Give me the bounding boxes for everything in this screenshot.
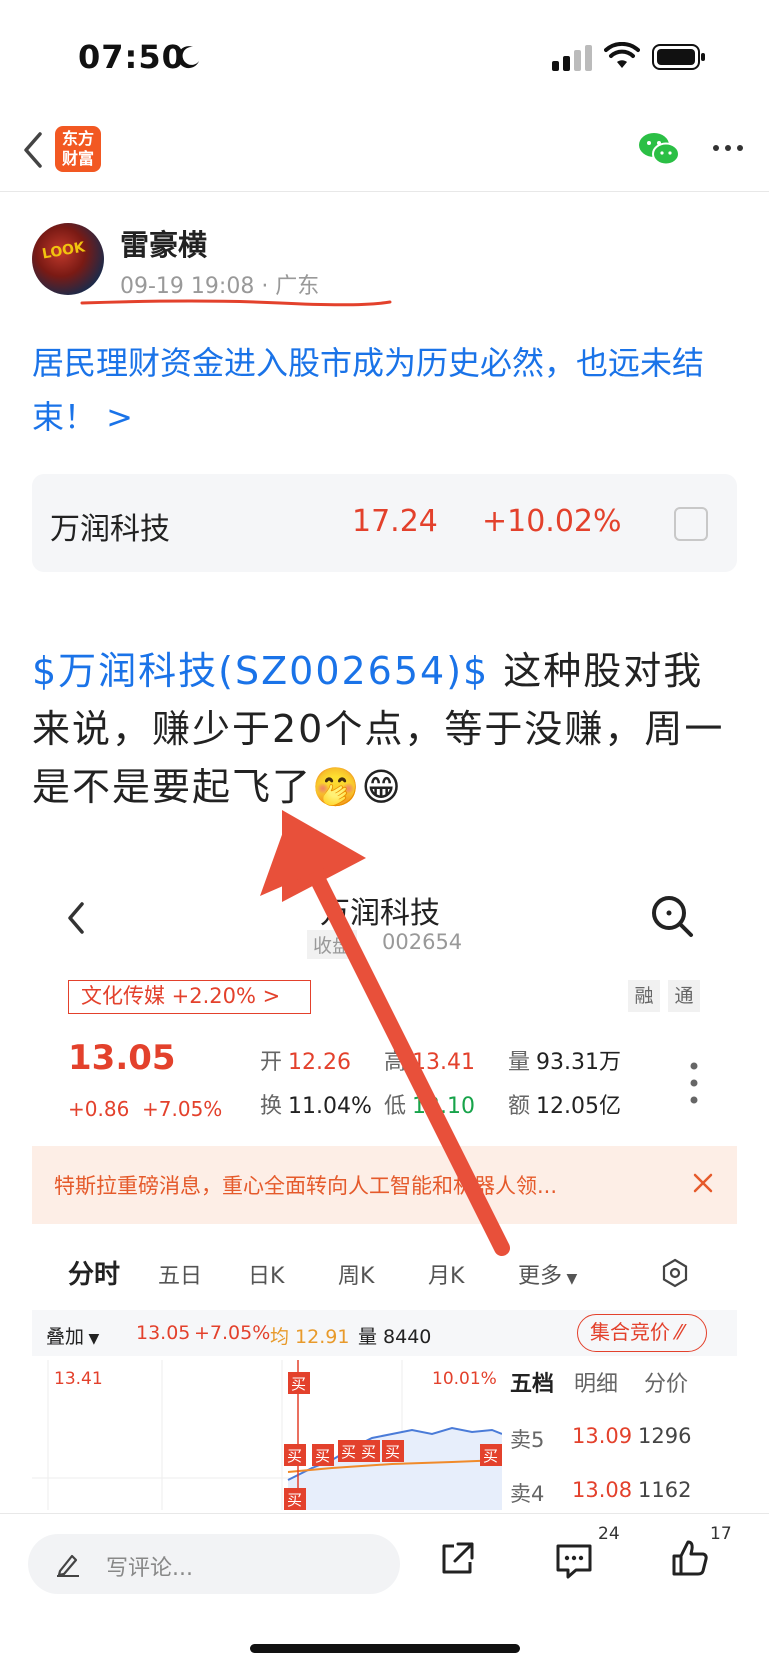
orderbook-row-price: 13.09 [572,1424,633,1448]
embed-back-icon [68,902,84,934]
quote-volume: 量 93.31万 [508,1050,621,1075]
buy-marker-label: 买 [287,1491,302,1509]
notice-text: 特斯拉重磅消息，重心全面转向人工智能和机器人领... [54,1174,558,1198]
buy-marker-label: 买 [315,1447,330,1465]
overlay-volume: 量 8440 [358,1326,432,1348]
pen-icon [57,1554,79,1577]
embed-search-icon [652,896,693,937]
post-headline-link[interactable]: 居民理财资金进入股市成为历史必然，也远未结束！ > [32,336,742,444]
orderbook-row-qty: 1162 [638,1478,692,1502]
logo-line-1: 东方 [61,129,94,148]
post-body: $万润科技(SZ002654)$ 这种股对我来说，赚少于20个点，等于没赚，周一… [32,642,742,816]
intraday-chart: 13.41 10.01% 买 买 买 买 买 买 买 买 [32,1360,502,1510]
quote-open: 开 12.26 [260,1050,351,1075]
tab-more: 更多 ▼ [518,1264,578,1289]
more-icon[interactable] [710,138,746,158]
embed-stock-title: 万润科技 [320,896,440,931]
buy-marker-label: 买 [287,1447,302,1465]
annotation-underline [80,299,392,307]
orderbook-tab-detail: 明细 [574,1372,619,1397]
buy-marker-label: 买 [361,1443,376,1461]
share-icon[interactable] [438,1540,476,1578]
orderbook-row-price: 13.08 [572,1478,633,1502]
settings-icon [662,1258,688,1288]
orderbook-row-label: 卖5 [510,1428,545,1452]
comment-placeholder: 写评论... [106,1556,193,1581]
tab-daily-k: 日K [248,1264,285,1289]
emoji-group: 🤭😁 [312,765,403,809]
comment-input[interactable]: 写评论... [28,1534,400,1594]
embedded-screenshot[interactable]: 万润科技 收盘 002654 文化传媒 +2.20% > 融 通 13.05 +… [32,870,737,1510]
quote-percent: +7.05% [142,1097,223,1121]
avatar[interactable]: LOOK [32,223,104,295]
tab-intraday: 分时 [68,1260,121,1290]
bottom-bar: 写评论... 24 17 [0,1513,769,1665]
app-logo[interactable]: 东方 财富 [55,126,101,172]
author-name[interactable]: 雷豪横 [120,222,207,264]
embed-stock-code: 002654 [382,930,463,954]
quote-amount: 额 12.05亿 [508,1094,621,1119]
overlay-row: 叠加 ▼ 13.05 +7.05% 均 12.91 量 8440 集合竞价 ⁄⁄ [32,1310,737,1356]
buy-marker-label: 买 [385,1443,400,1461]
quote-turnover: 换 11.04% [260,1094,372,1119]
stock-card[interactable]: 万润科技 17.24 +10.02% [32,474,737,572]
nav-bar: 东方 财富 [0,112,769,192]
like-icon[interactable] [670,1538,710,1578]
auction-button: 集合竞价 ⁄⁄ [577,1314,707,1352]
stock-card-price: 17.24 [352,504,438,539]
moon-icon [177,46,199,69]
quote-high: 高 13.41 [384,1050,475,1075]
quote-change: +0.86 [68,1097,130,1121]
overlay-price: 13.05 [136,1322,191,1344]
tab-monthly-k: 月K [428,1264,465,1289]
stock-tag-link[interactable]: $万润科技(SZ002654)$ [32,649,489,693]
overlay-label: 叠加 ▼ [46,1326,100,1348]
avatar-text: LOOK [40,239,87,263]
home-indicator [250,1644,520,1653]
orderbook-row-label: 卖4 [510,1482,545,1506]
buy-marker-label: 买 [483,1447,498,1465]
orderbook-tab-five: 五档 [510,1372,555,1397]
tab-weekly-k: 周K [338,1264,375,1289]
chart-tabs: 分时 五日 日K 周K 月K 更多 ▼ [32,1242,737,1300]
quote-price: 13.05 [68,1038,176,1078]
buy-marker-label: 买 [341,1443,356,1461]
news-notice-bar: 特斯拉重磅消息，重心全面转向人工智能和机器人领... [32,1146,737,1224]
comment-count: 24 [598,1524,620,1544]
like-count: 17 [710,1524,732,1544]
chart-pct-label: 10.01% [432,1369,497,1389]
stock-card-change: +10.02% [482,504,622,539]
logo-line-2: 财富 [61,149,94,168]
wifi-icon [604,42,640,68]
tab-five-day: 五日 [158,1264,203,1289]
embed-close-tag: 收盘 [307,930,358,959]
stock-card-name: 万润科技 [50,512,170,547]
margin-tag: 融 [628,980,660,1012]
orderbook-tab-price: 分价 [644,1372,689,1397]
back-icon[interactable] [18,130,48,170]
sector-badge: 文化传媒 +2.20% > [68,980,311,1014]
comments-icon[interactable] [554,1542,594,1580]
chart-high-label: 13.41 [54,1369,103,1389]
overlay-pct: +7.05% [194,1322,271,1344]
vertical-more-icon [690,1062,698,1104]
status-bar: 07:50 [0,0,769,110]
battery-icon [652,44,705,70]
watchlist-checkbox[interactable] [674,507,708,541]
connect-tag: 通 [668,980,700,1012]
buy-marker-label: 买 [291,1375,306,1393]
close-icon [693,1173,713,1193]
orderbook-row-qty: 1296 [638,1424,692,1448]
wechat-icon[interactable] [637,130,681,168]
quote-low: 低 12.10 [384,1094,475,1119]
status-time: 07:50 [78,38,185,76]
overlay-avg: 均 12.91 [270,1326,350,1348]
signal-icon [552,45,592,71]
